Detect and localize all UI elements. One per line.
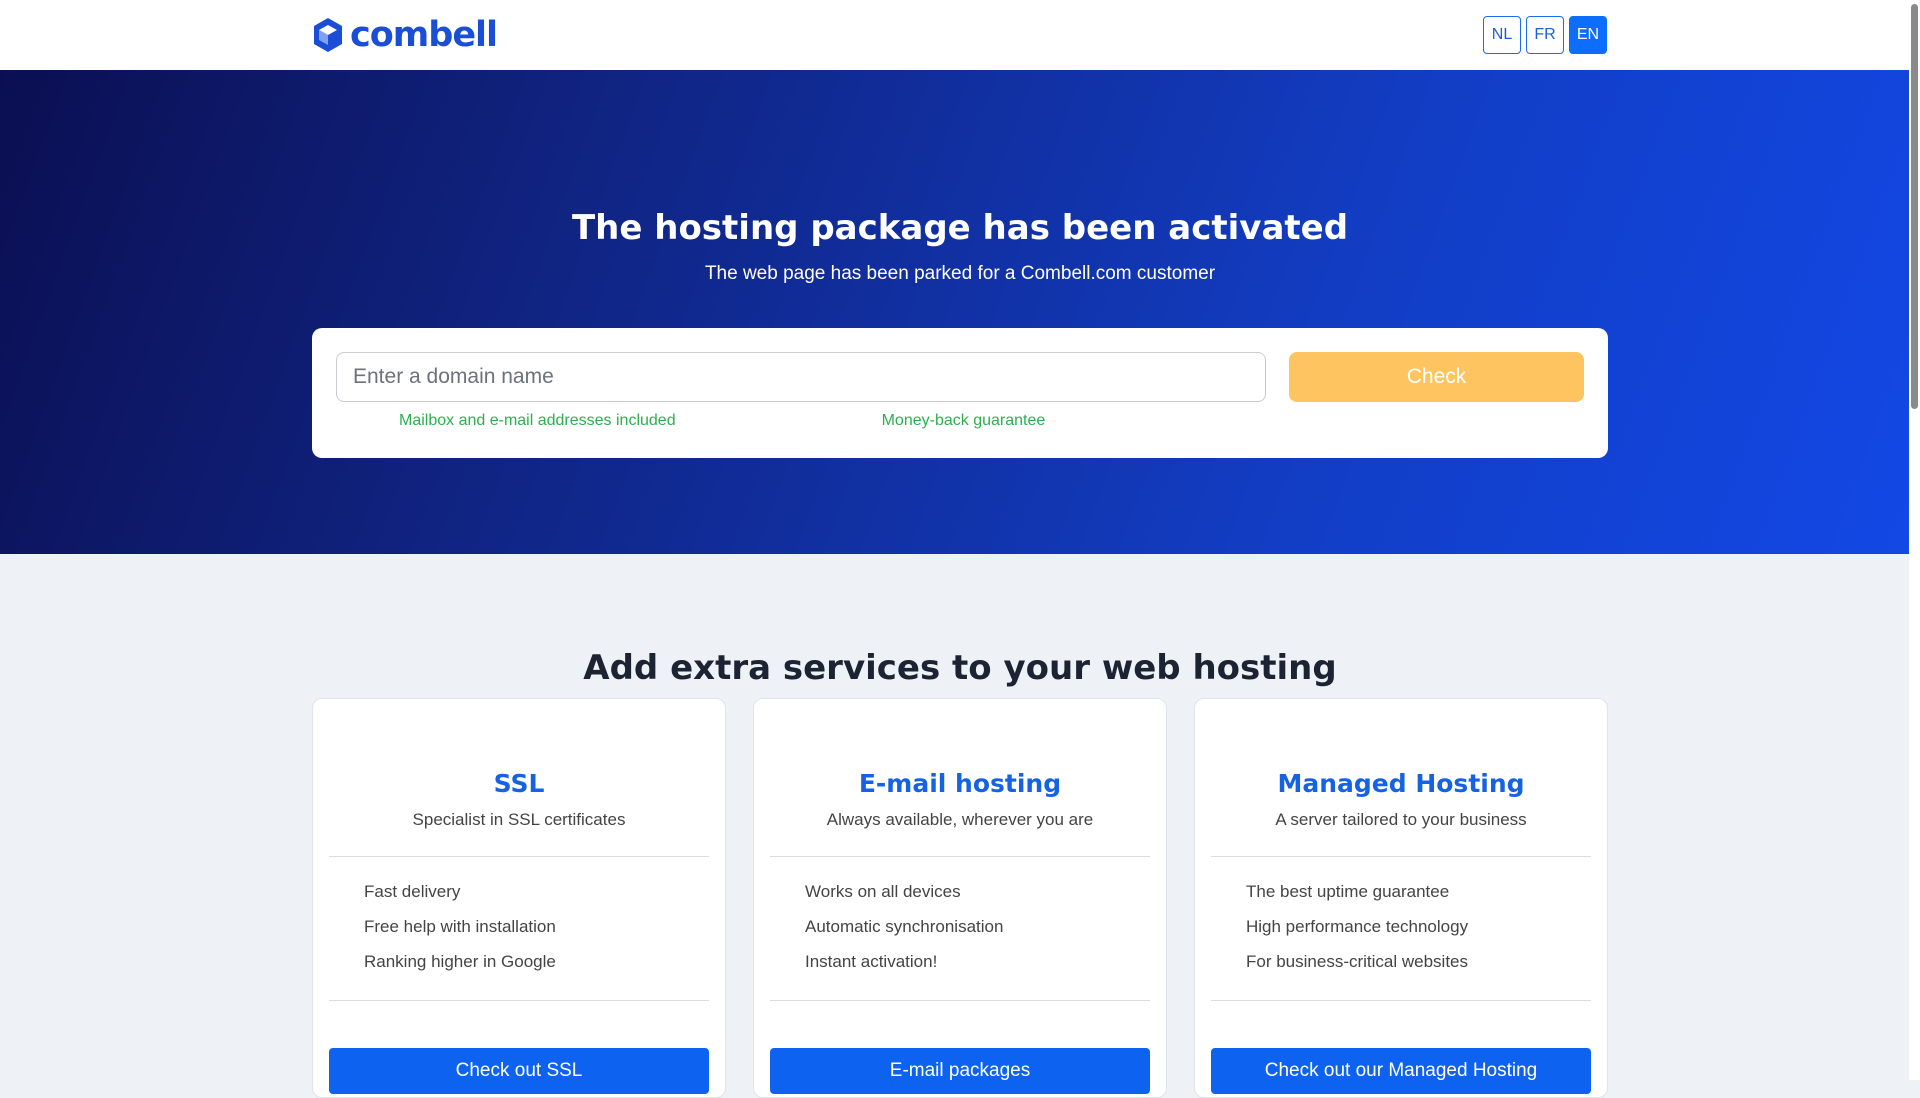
card-divider — [329, 856, 709, 857]
check-out-managed-hosting-button[interactable]: Check out our Managed Hosting — [1211, 1048, 1591, 1094]
language-switcher: NL FR EN — [1483, 16, 1607, 54]
check-out-ssl-button[interactable]: Check out SSL — [329, 1048, 709, 1094]
domain-search-input[interactable] — [336, 352, 1266, 402]
card-feature-list: Works on all devices Automatic synchroni… — [805, 882, 1003, 987]
lang-fr-button[interactable]: FR — [1526, 16, 1564, 54]
logo-text: combell — [350, 15, 498, 55]
lang-nl-button[interactable]: NL — [1483, 16, 1521, 54]
list-item: For business-critical websites — [1246, 952, 1469, 971]
card-tagline: Specialist in SSL certificates — [412, 810, 626, 829]
card-title: E-mail hosting — [858, 769, 1062, 798]
hero-title: The hosting package has been activated — [571, 208, 1349, 248]
card-divider — [329, 1000, 709, 1001]
list-item: Fast delivery — [364, 882, 461, 901]
card-divider — [770, 1000, 1150, 1001]
list-item: The best uptime guarantee — [1246, 882, 1450, 901]
card-divider — [1211, 1000, 1591, 1001]
card-title: Managed Hosting — [1277, 769, 1525, 798]
card-title: SSL — [493, 769, 545, 798]
list-item: High performance technology — [1246, 917, 1469, 936]
feature-mailbox: Mailbox and e-mail addresses included — [399, 412, 676, 429]
hero-subtitle: The web page has been parked for a Combe… — [704, 263, 1216, 284]
card-feature-list: The best uptime guarantee High performan… — [1246, 882, 1468, 987]
card-feature-list: Fast delivery Free help with installatio… — [364, 882, 556, 987]
list-item: Instant activation! — [805, 952, 938, 971]
card-divider — [770, 856, 1150, 857]
scrollbar-thumb[interactable] — [1911, 4, 1918, 409]
service-card-ssl: SSL Specialist in SSL certificates Fast … — [312, 698, 726, 1098]
list-item: Ranking higher in Google — [364, 952, 556, 971]
card-tagline: A server tailored to your business — [1275, 810, 1527, 829]
page-scrollbar[interactable] — [1909, 0, 1920, 1080]
domain-search-card: Check Mailbox and e-mail addresses inclu… — [312, 328, 1608, 458]
card-divider — [1211, 856, 1591, 857]
list-item: Works on all devices — [805, 882, 961, 901]
email-packages-button[interactable]: E-mail packages — [770, 1048, 1150, 1094]
lang-en-button[interactable]: EN — [1569, 16, 1607, 54]
hero-section: The hosting package has been activated T… — [0, 70, 1920, 554]
services-title: Add extra services to your web hosting — [583, 648, 1337, 688]
site-header: combell NL FR EN — [0, 0, 1920, 70]
check-domain-button[interactable]: Check — [1289, 352, 1584, 402]
combell-logo-icon — [314, 18, 342, 52]
service-card-email: E-mail hosting Always available, whereve… — [753, 698, 1167, 1098]
list-item: Free help with installation — [364, 917, 556, 936]
services-cards: SSL Specialist in SSL certificates Fast … — [312, 698, 1608, 1098]
feature-money-back: Money-back guarantee — [881, 412, 1046, 429]
list-item: Automatic synchronisation — [805, 917, 1004, 936]
combell-logo[interactable]: combell — [312, 15, 498, 55]
service-card-managed-hosting: Managed Hosting A server tailored to you… — [1194, 698, 1608, 1098]
card-tagline: Always available, wherever you are — [826, 810, 1094, 829]
